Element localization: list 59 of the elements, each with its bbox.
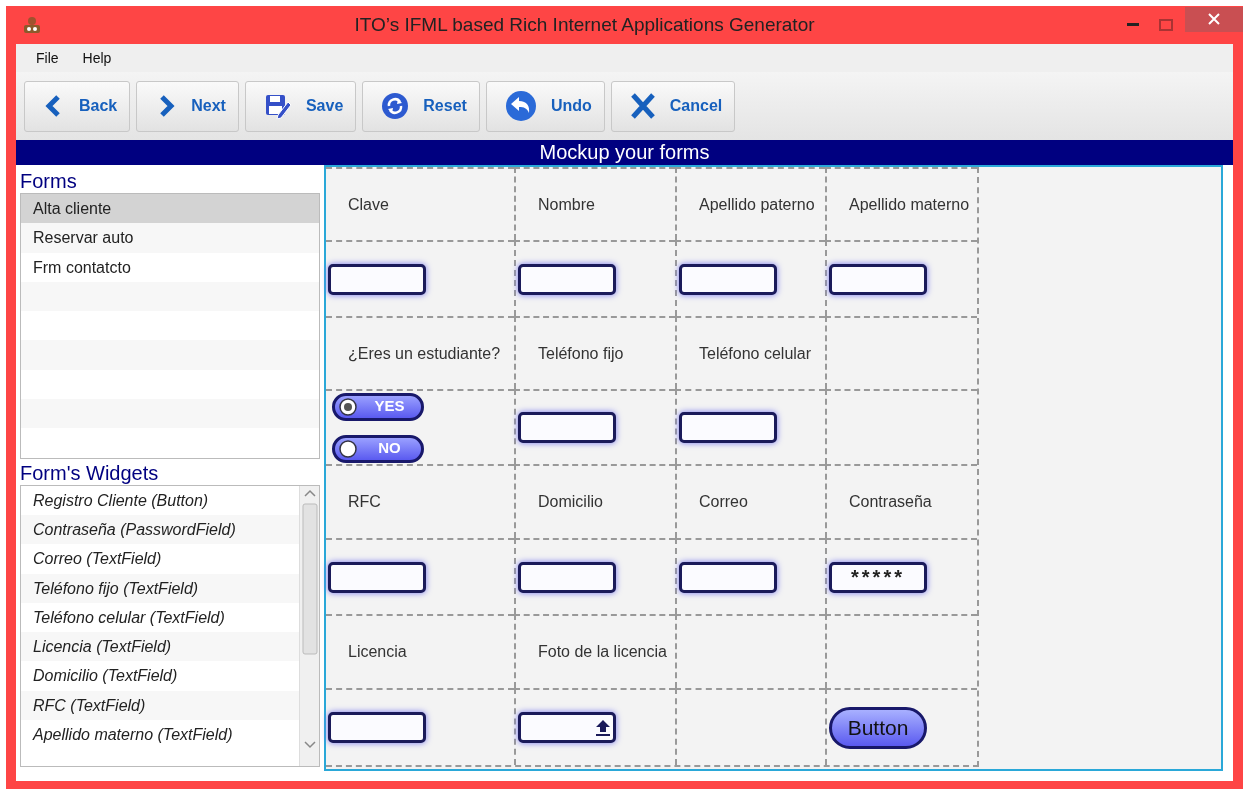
text-field[interactable] (679, 412, 777, 443)
list-item[interactable]: Frm contatcto (21, 252, 319, 282)
field-label: Teléfono fijo (537, 343, 624, 364)
list-item[interactable]: Registro Cliente (Button) (21, 485, 299, 515)
list-item[interactable]: Contraseña (PasswordField) (21, 514, 299, 545)
field-label: Clave (347, 194, 389, 215)
scrollbar[interactable] (299, 485, 319, 766)
text-field[interactable] (679, 263, 777, 295)
field-label: Nombre (537, 194, 595, 215)
list-item[interactable]: Apellido materno (TextField) (21, 720, 299, 750)
floppy-disk-icon (263, 93, 292, 119)
field-label: Contraseña (848, 492, 932, 512)
panel-title: Forms (20, 169, 78, 193)
text-field[interactable] (328, 263, 426, 295)
window-title: ITO’s IFML based Rich Internet Applications Generator (353, 12, 816, 37)
list-item[interactable]: Domicilio (TextField) (21, 661, 299, 691)
cancel-button[interactable]: Cancel (610, 80, 736, 132)
list-item[interactable]: Alta cliente (21, 194, 319, 224)
minimize-icon[interactable] (1127, 23, 1139, 27)
password-field[interactable]: ***** (829, 561, 927, 593)
reset-button[interactable]: Reset (362, 80, 480, 132)
field-label: Foto de la licencia (537, 642, 667, 662)
text-field[interactable] (518, 561, 616, 593)
next-button[interactable]: Next (136, 80, 239, 132)
menu-item[interactable]: Help (82, 47, 112, 69)
text-field[interactable] (679, 561, 777, 593)
list-item[interactable]: Teléfono celular (TextField) (21, 602, 299, 633)
field-label: Apellido paterno (698, 194, 815, 215)
back-button[interactable]: Back (24, 80, 131, 132)
refresh-icon (381, 92, 410, 120)
field-label: ¿Eres un estudiante? (347, 343, 501, 364)
close-icon[interactable] (1185, 6, 1243, 32)
text-field[interactable] (518, 263, 616, 295)
field-label: Teléfono celular (698, 343, 812, 364)
text-field[interactable] (829, 263, 927, 295)
field-label: RFC (347, 492, 381, 512)
field-label: Domicilio (537, 492, 603, 512)
save-button[interactable]: Save (244, 80, 357, 132)
menu-item[interactable]: File (36, 47, 59, 69)
file-field[interactable] (518, 712, 616, 743)
text-field[interactable] (328, 561, 426, 593)
list-item[interactable]: Reservar auto (21, 223, 319, 253)
field-label: Correo (698, 492, 748, 512)
field-label: Apellido materno (848, 194, 970, 215)
undo-button[interactable]: Undo (485, 80, 605, 132)
text-field[interactable] (328, 712, 426, 743)
undo-icon (504, 90, 537, 122)
list-item[interactable]: Licencia (TextField) (21, 632, 299, 662)
app-icon (22, 15, 42, 35)
list-item[interactable]: Teléfono fijo (TextField) (21, 573, 299, 603)
mockup-button[interactable]: Button (829, 706, 927, 749)
upload-icon (595, 718, 611, 737)
list-item[interactable]: RFC (TextField) (21, 690, 299, 721)
list-item[interactable]: Correo (TextField) (21, 544, 299, 574)
text-field[interactable] (518, 412, 616, 443)
section-header: Mockup your forms (16, 140, 1233, 165)
close-icon (629, 93, 656, 119)
field-label: Licencia (347, 642, 407, 662)
panel-title: Form's Widgets (20, 460, 160, 485)
